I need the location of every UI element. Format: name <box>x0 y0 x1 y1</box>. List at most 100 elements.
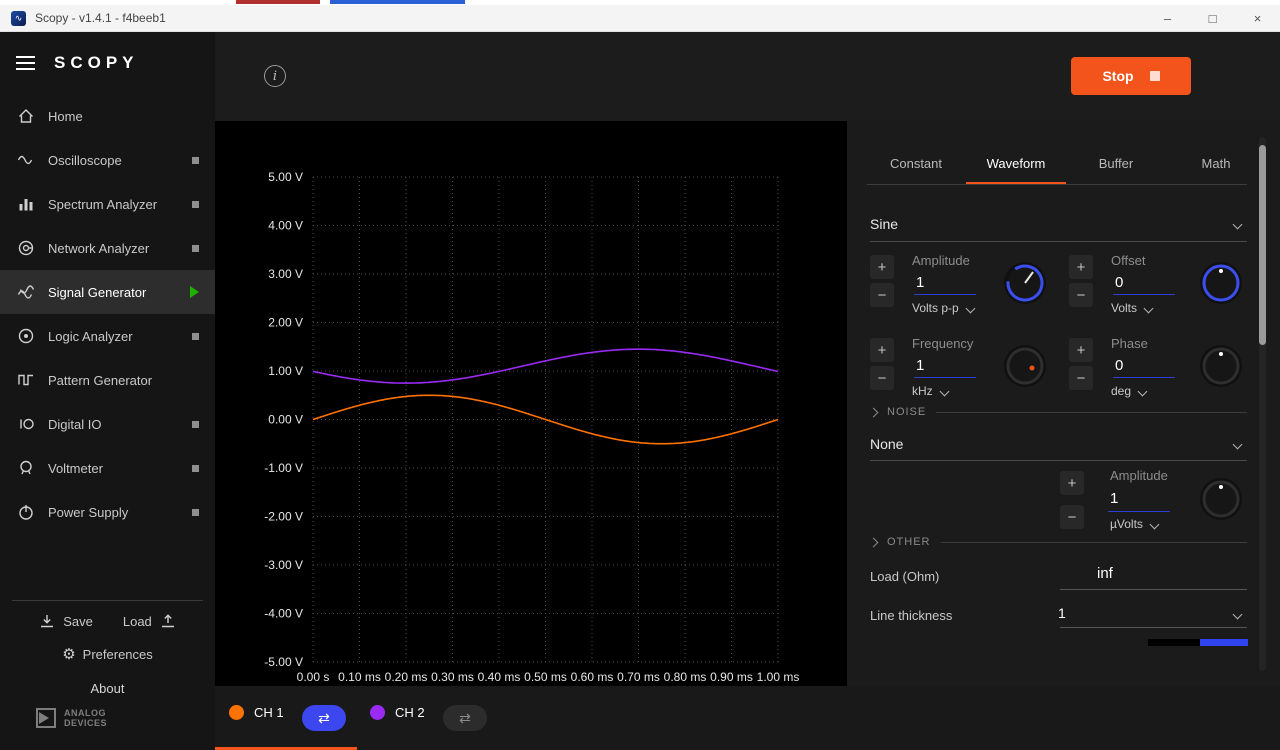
chevron-down-icon <box>1138 386 1148 396</box>
stopped-indicator <box>192 157 199 164</box>
minimize-icon[interactable]: – <box>1145 5 1190 31</box>
scopy-app-icon: ∿ <box>11 11 26 26</box>
signal-settings-panel: Constant Waveform Buffer Math Sine + − A… <box>847 121 1280 686</box>
phase-unit-select[interactable]: deg <box>1111 384 1146 398</box>
sidebar-item-label: Signal Generator <box>48 285 146 300</box>
scrollbar-thumb[interactable] <box>1259 145 1266 345</box>
offset-increment-button[interactable]: + <box>1069 255 1093 279</box>
adi-triangle-icon <box>36 708 56 728</box>
offset-value[interactable]: 0 <box>1115 274 1123 291</box>
amplitude-knob[interactable] <box>1003 261 1047 305</box>
frequency-increment-button[interactable]: + <box>870 338 894 362</box>
line-thickness-value[interactable]: 1 <box>1058 605 1066 621</box>
svg-text:0.90 ms: 0.90 ms <box>710 670 753 684</box>
channel-2-enable-toggle[interactable]: ⇄ <box>443 705 487 731</box>
waveform-type-select[interactable]: Sine <box>870 216 898 232</box>
tab-math[interactable]: Math <box>1166 143 1266 184</box>
offset-knob[interactable] <box>1199 261 1243 305</box>
about-button[interactable]: About <box>0 681 215 696</box>
phase-underline <box>1113 377 1175 378</box>
amplitude-decrement-button[interactable]: − <box>870 283 894 307</box>
chevron-down-icon[interactable] <box>1233 610 1243 620</box>
sidebar-item-voltmeter[interactable]: Voltmeter <box>0 446 215 490</box>
svg-text:0.40 ms: 0.40 ms <box>478 670 521 684</box>
sidebar-item-network-analyzer[interactable]: Network Analyzer <box>0 226 215 270</box>
tab-constant[interactable]: Constant <box>866 143 966 184</box>
offset-unit: Volts <box>1111 301 1137 315</box>
sidebar-item-pattern-generator[interactable]: Pattern Generator <box>0 358 215 402</box>
sidebar-item-signal-generator[interactable]: Signal Generator <box>0 270 215 314</box>
frequency-unit-select[interactable]: kHz <box>912 384 948 398</box>
swap-arrows-icon: ⇄ <box>459 710 471 727</box>
tab-waveform[interactable]: Waveform <box>966 143 1066 184</box>
sidebar-item-digital-io[interactable]: Digital IO <box>0 402 215 446</box>
brand-line1: ANALOG <box>64 708 107 718</box>
svg-text:-5.00 V: -5.00 V <box>264 655 303 669</box>
noise-amplitude-decrement-button[interactable]: − <box>1060 505 1084 529</box>
stopped-indicator <box>192 421 199 428</box>
hamburger-menu-icon[interactable] <box>16 56 35 70</box>
save-icon <box>38 612 56 630</box>
load-button[interactable]: Load <box>123 612 177 630</box>
sidebar-item-spectrum-analyzer[interactable]: Spectrum Analyzer <box>0 182 215 226</box>
preferences-button[interactable]: ⚙ Preferences <box>0 645 215 663</box>
chevron-down-icon[interactable] <box>1233 440 1243 450</box>
frequency-knob[interactable] <box>1003 344 1047 388</box>
svg-text:0.00 V: 0.00 V <box>268 413 303 427</box>
maximize-icon[interactable]: □ <box>1190 5 1235 31</box>
svg-text:0.00 s: 0.00 s <box>297 670 330 684</box>
sidebar-item-label: Logic Analyzer <box>48 329 133 344</box>
offset-decrement-button[interactable]: − <box>1069 283 1093 307</box>
load-ohm-value[interactable]: inf <box>1097 565 1113 582</box>
svg-text:0.50 ms: 0.50 ms <box>524 670 567 684</box>
svg-text:0.80 ms: 0.80 ms <box>664 670 707 684</box>
svg-text:1.00 V: 1.00 V <box>268 364 303 378</box>
phase-unit: deg <box>1111 384 1131 398</box>
noise-amplitude-increment-button[interactable]: + <box>1060 471 1084 495</box>
sidebar-item-power-supply[interactable]: Power Supply <box>0 490 215 534</box>
info-icon[interactable]: i <box>264 65 286 87</box>
stop-button[interactable]: Stop <box>1071 57 1191 95</box>
channel-tabs: Constant Waveform Buffer Math <box>866 143 1266 184</box>
offset-unit-select[interactable]: Volts <box>1111 301 1152 315</box>
chevron-down-icon[interactable] <box>1233 220 1243 230</box>
preferences-label: Preferences <box>83 647 153 662</box>
noise-amplitude-underline <box>1108 511 1170 512</box>
channel-1-button[interactable]: CH 1 <box>229 705 284 720</box>
power-supply-icon <box>17 503 35 521</box>
amplitude-value[interactable]: 1 <box>916 274 924 291</box>
close-icon[interactable]: × <box>1235 5 1280 31</box>
phase-decrement-button[interactable]: − <box>1069 366 1093 390</box>
noise-amplitude-value[interactable]: 1 <box>1110 490 1118 507</box>
amplitude-increment-button[interactable]: + <box>870 255 894 279</box>
channel-2-button[interactable]: CH 2 <box>370 705 425 720</box>
amplitude-unit-select[interactable]: Volts p-p <box>912 301 974 315</box>
sidebar-item-oscilloscope[interactable]: Oscilloscope <box>0 138 215 182</box>
noise-section-label: NOISE <box>887 406 926 418</box>
noise-amplitude-unit-select[interactable]: µVolts <box>1110 517 1158 531</box>
noise-type-select[interactable]: None <box>870 436 903 452</box>
other-section-header[interactable]: OTHER <box>870 536 1247 548</box>
frequency-value[interactable]: 1 <box>916 357 924 374</box>
sidebar-item-label: Power Supply <box>48 505 128 520</box>
sidebar-item-label: Pattern Generator <box>48 373 152 388</box>
phase-value[interactable]: 0 <box>1115 357 1123 374</box>
phase-label: Phase <box>1111 336 1148 351</box>
stop-square-icon <box>1150 71 1160 81</box>
frequency-decrement-button[interactable]: − <box>870 366 894 390</box>
channel-1-enable-toggle[interactable]: ⇄ <box>302 705 346 731</box>
svg-text:-2.00 V: -2.00 V <box>264 510 303 524</box>
sidebar-item-home[interactable]: Home <box>0 94 215 138</box>
window-controls: – □ × <box>1145 5 1280 31</box>
noise-amplitude-knob[interactable] <box>1199 477 1243 521</box>
phase-increment-button[interactable]: + <box>1069 338 1093 362</box>
noise-section-header[interactable]: NOISE <box>870 406 1247 418</box>
swap-arrows-icon: ⇄ <box>318 710 330 727</box>
phase-knob[interactable] <box>1199 344 1243 388</box>
save-button[interactable]: Save <box>38 612 93 630</box>
stopped-indicator <box>192 245 199 252</box>
sidebar-item-logic-analyzer[interactable]: Logic Analyzer <box>0 314 215 358</box>
channel-bar: CH 1 ⇄ CH 2 ⇄ <box>215 686 1280 750</box>
amplitude-underline <box>914 294 976 295</box>
tab-buffer[interactable]: Buffer <box>1066 143 1166 184</box>
